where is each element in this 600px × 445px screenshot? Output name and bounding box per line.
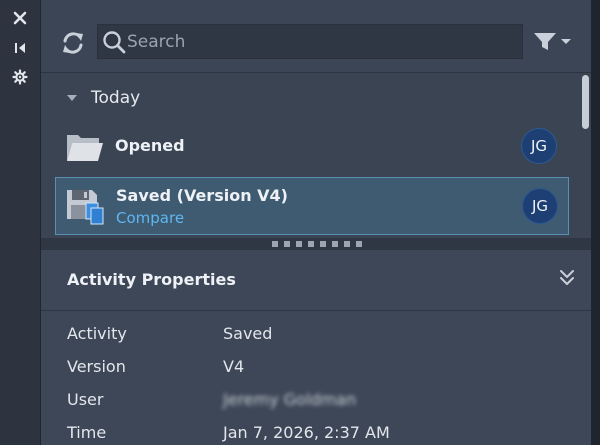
search-input[interactable] xyxy=(127,25,517,58)
splitter-grip-icon xyxy=(272,241,362,247)
property-key: Time xyxy=(67,423,107,442)
caret-down-icon xyxy=(67,95,77,101)
properties-header[interactable]: Activity Properties xyxy=(41,250,591,311)
palette-toolbar xyxy=(41,0,591,73)
search-icon xyxy=(101,29,127,55)
collapse-panel-icon[interactable] xyxy=(10,38,30,58)
activity-palette: Today Opened JG xyxy=(41,0,591,445)
group-label: Today xyxy=(91,88,141,108)
activity-properties-panel: Activity Properties Activity Saved Versi… xyxy=(41,250,591,445)
property-value: V4 xyxy=(223,357,245,376)
property-value: Jan 7, 2026, 2:37 AM xyxy=(223,423,390,442)
close-icon[interactable] xyxy=(10,8,30,28)
activity-list: Today Opened JG Saved (Version V4) Compa… xyxy=(41,73,591,238)
properties-title: Activity Properties xyxy=(67,270,236,289)
property-value: Jeremy Goldman xyxy=(223,390,357,409)
activity-row-opened[interactable]: Opened JG xyxy=(55,118,569,176)
activity-title: Saved (Version V4) xyxy=(116,186,288,205)
scrollbar-thumb[interactable] xyxy=(582,75,589,129)
settings-icon[interactable] xyxy=(10,67,30,87)
avatar: JG xyxy=(522,188,558,224)
group-header-today[interactable]: Today xyxy=(67,86,140,110)
panel-splitter[interactable] xyxy=(41,238,591,250)
property-value: Saved xyxy=(223,324,273,343)
property-key: Version xyxy=(67,357,126,376)
filter-icon[interactable] xyxy=(531,29,575,55)
palette-title-strip xyxy=(0,0,41,445)
activity-row-saved[interactable]: Saved (Version V4) Compare JG xyxy=(55,177,569,235)
save-version-icon xyxy=(66,188,106,226)
activity-title: Opened xyxy=(115,136,185,155)
window-edge xyxy=(591,0,600,445)
search-box[interactable] xyxy=(97,24,523,59)
compare-link[interactable]: Compare xyxy=(116,209,184,227)
refresh-icon[interactable] xyxy=(59,29,87,57)
list-scrollbar[interactable] xyxy=(582,73,589,238)
property-key: User xyxy=(67,390,104,409)
double-chevron-down-icon[interactable] xyxy=(556,267,578,289)
property-key: Activity xyxy=(67,324,127,343)
folder-open-icon xyxy=(65,128,105,166)
activity-palette-window: Today Opened JG xyxy=(0,0,600,445)
avatar: JG xyxy=(521,128,557,164)
